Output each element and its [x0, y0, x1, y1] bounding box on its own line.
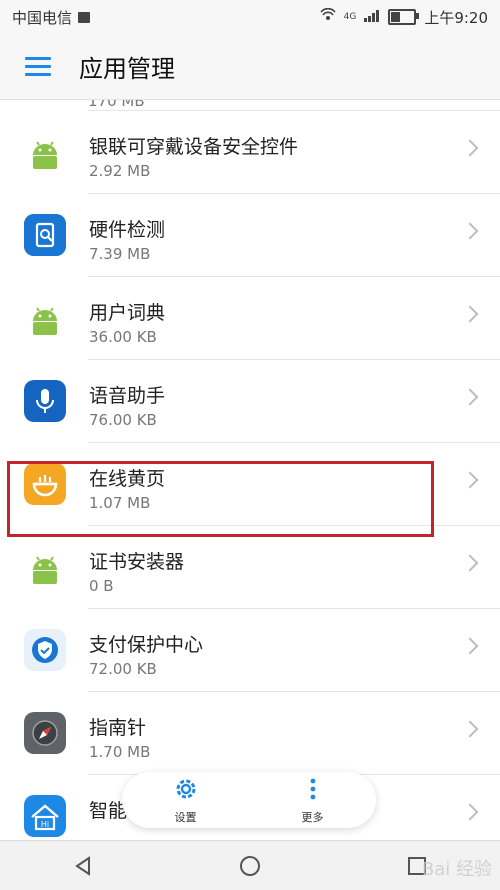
app-list[interactable]: 170 MB 银联可穿戴设备安全控件 2.92 MB 硬件检测 7.39 MB … — [0, 100, 500, 840]
watermark: Bai 经验 — [421, 859, 492, 880]
app-size: 76.00 KB — [89, 411, 157, 429]
app-size: 0 B — [89, 577, 114, 595]
android-icon — [24, 297, 66, 339]
chevron-right-icon — [461, 803, 479, 821]
floating-toolbar: 设置 更多 — [122, 772, 376, 828]
hotspot-icon — [319, 7, 336, 26]
clock: 上午9:20 — [424, 8, 488, 27]
sim-icon — [78, 11, 91, 23]
compass-icon — [24, 712, 66, 754]
app-name: 在线黄页 — [89, 468, 166, 490]
battery-icon — [388, 9, 420, 25]
home-button[interactable] — [230, 846, 270, 886]
chevron-right-icon — [461, 305, 479, 323]
menu-icon[interactable] — [25, 56, 51, 77]
home-circle-icon — [239, 855, 260, 876]
app-name: 支付保护中心 — [89, 634, 204, 656]
app-size: 1.07 MB — [89, 494, 151, 512]
app-size: 170 MB — [88, 100, 145, 110]
microphone-icon — [24, 380, 66, 422]
status-bar: 中国电信 4G 上午9:20 — [0, 0, 500, 34]
app-name: 硬件检测 — [89, 219, 166, 241]
chevron-right-icon — [461, 471, 479, 489]
list-item-partial[interactable]: 170 MB — [88, 100, 500, 111]
network-type: 4G — [343, 11, 357, 22]
hardware-check-icon — [24, 214, 66, 256]
smart-home-icon: Hi — [24, 795, 66, 837]
yellow-pages-icon — [24, 463, 66, 505]
page-title: 应用管理 — [79, 55, 175, 83]
list-item-payment-protection[interactable]: 支付保护中心 72.00 KB — [0, 609, 500, 692]
chevron-right-icon — [461, 388, 479, 406]
list-item-unionpay-wearable[interactable]: 银联可穿戴设备安全控件 2.92 MB — [0, 111, 500, 194]
back-triangle-icon — [75, 855, 91, 876]
chevron-right-icon — [461, 139, 479, 157]
settings-button[interactable]: 设置 — [173, 776, 199, 825]
list-item-user-dictionary[interactable]: 用户词典 36.00 KB — [0, 277, 500, 360]
app-name: 指南针 — [89, 717, 147, 739]
app-name: 用户词典 — [89, 302, 166, 324]
more-button[interactable]: 更多 — [300, 776, 326, 825]
gear-icon — [173, 776, 199, 806]
list-item-hardware-check[interactable]: 硬件检测 7.39 MB — [0, 194, 500, 277]
settings-label: 设置 — [174, 810, 197, 824]
list-item-certificate-installer[interactable]: 证书安装器 0 B — [0, 526, 500, 609]
chevron-right-icon — [461, 637, 479, 655]
list-item-compass[interactable]: 指南针 1.70 MB — [0, 692, 500, 775]
app-size: 72.00 KB — [89, 660, 157, 678]
list-item-voice-assistant[interactable]: 语音助手 76.00 KB — [0, 360, 500, 443]
back-button[interactable] — [63, 846, 103, 886]
app-size: 1.70 MB — [89, 743, 151, 761]
signal-icon — [364, 8, 380, 26]
app-size: 36.00 KB — [89, 328, 157, 346]
svg-text:Hi: Hi — [41, 820, 49, 829]
more-vertical-icon — [300, 776, 326, 806]
app-header: 应用管理 — [0, 34, 500, 100]
carrier-label: 中国电信 — [12, 8, 73, 27]
app-size: 2.92 MB — [89, 162, 151, 180]
app-name: 语音助手 — [89, 385, 166, 407]
app-size: 7.39 MB — [89, 245, 151, 263]
chevron-right-icon — [461, 222, 479, 240]
app-name: 银联可穿戴设备安全控件 — [89, 136, 299, 158]
list-item-yellow-pages[interactable]: 在线黄页 1.07 MB — [0, 443, 500, 526]
chevron-right-icon — [461, 554, 479, 572]
android-icon — [24, 546, 66, 588]
app-name: 证书安装器 — [89, 551, 185, 573]
android-icon — [24, 131, 66, 173]
chevron-right-icon — [461, 720, 479, 738]
more-label: 更多 — [301, 810, 324, 824]
shield-check-icon — [24, 629, 66, 671]
